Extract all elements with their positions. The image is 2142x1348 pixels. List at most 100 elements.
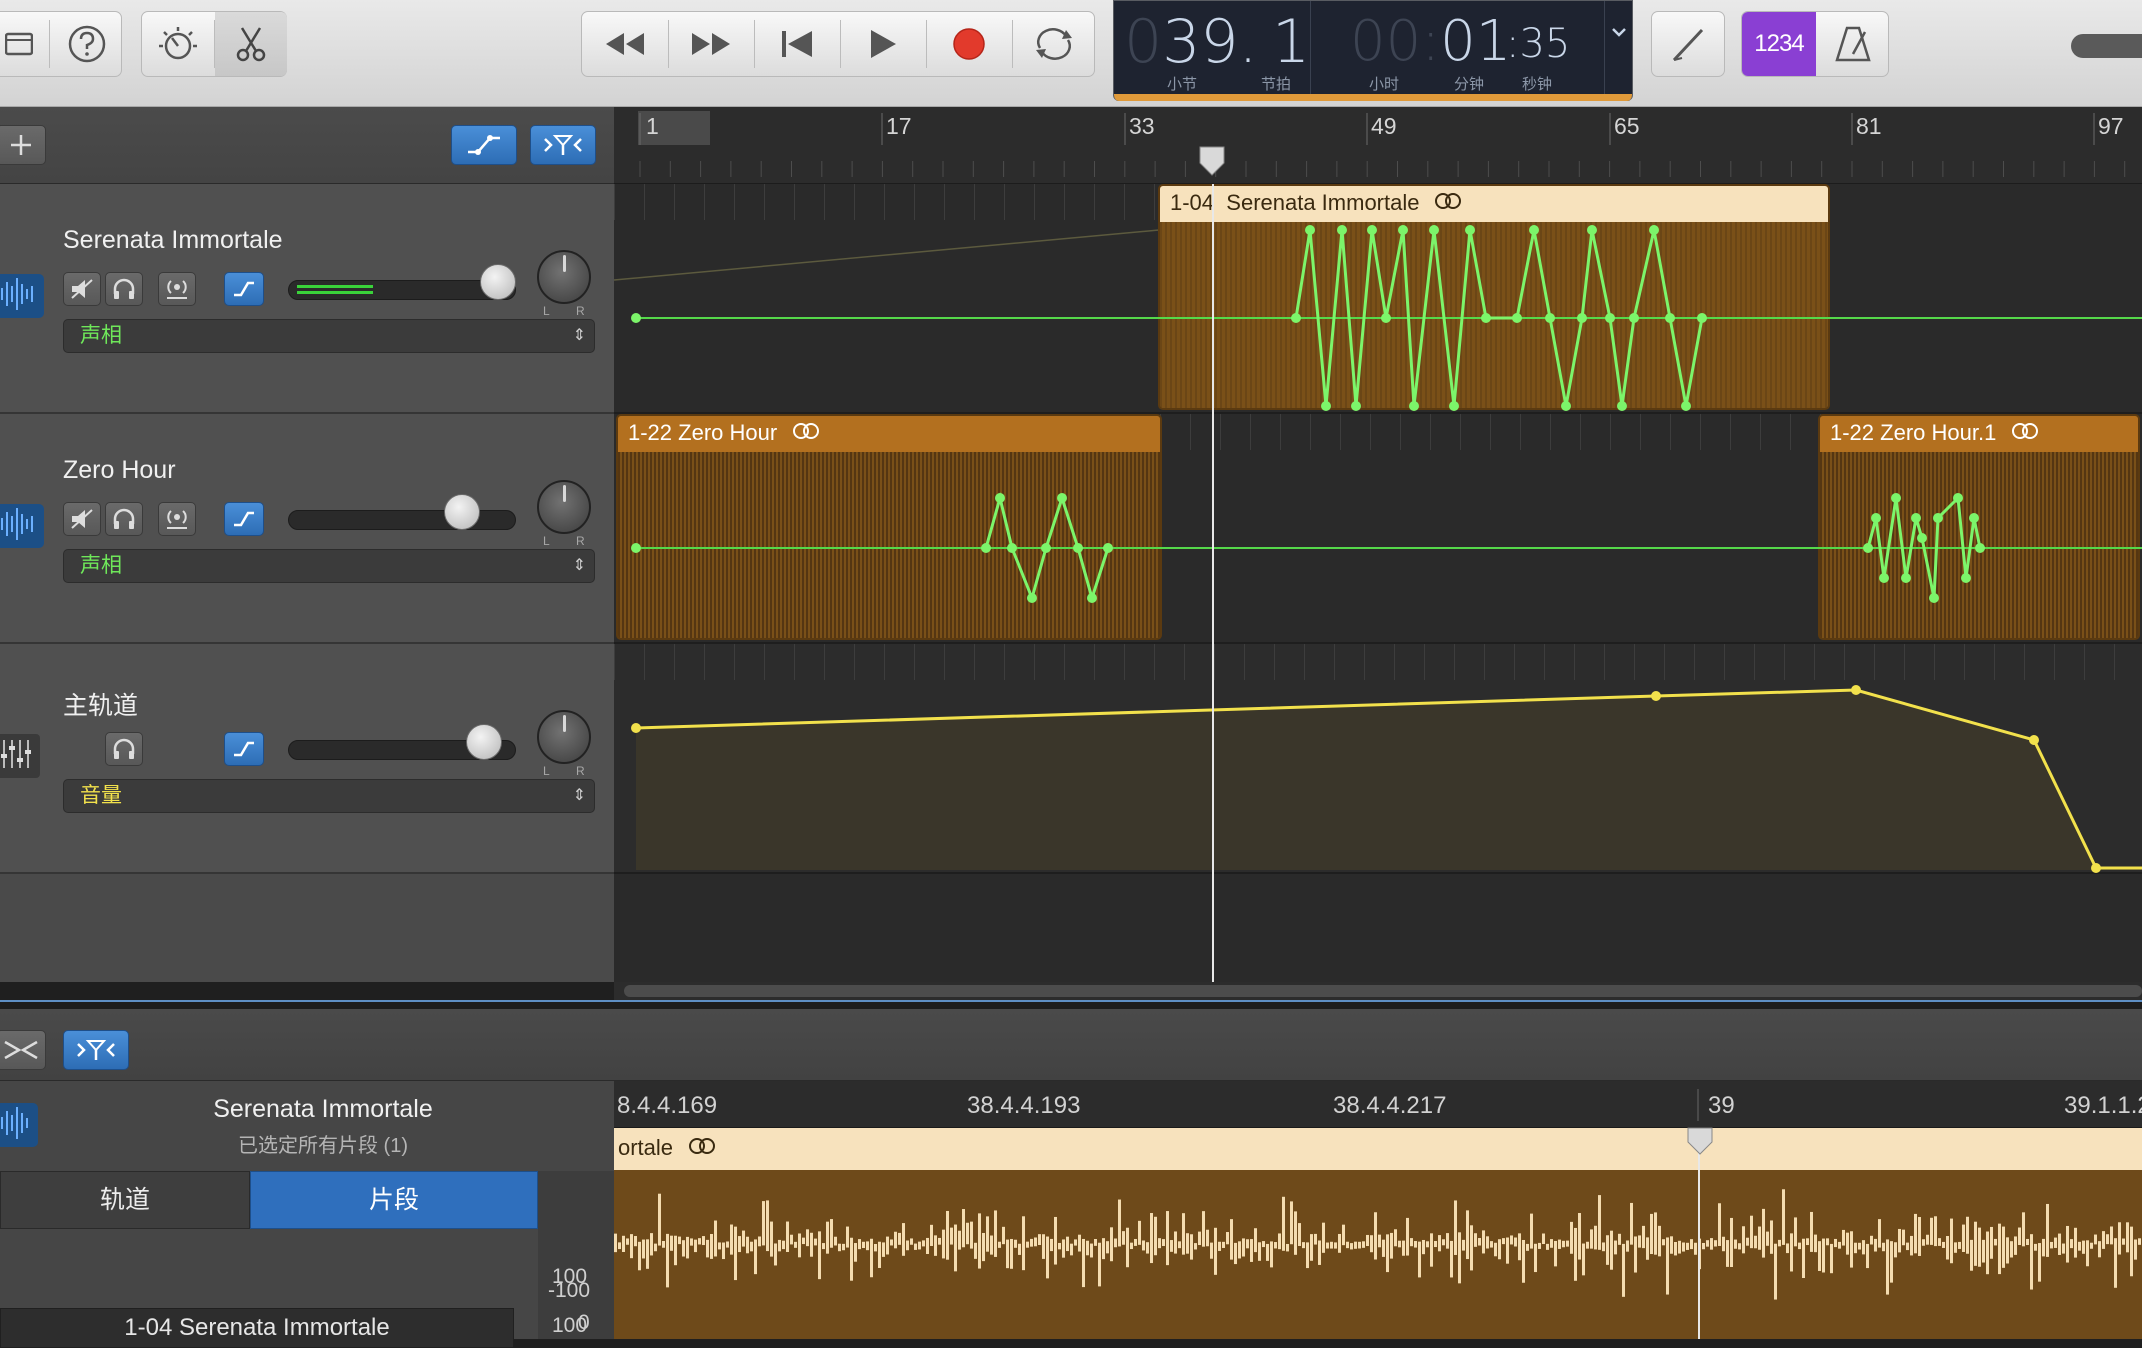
flex-mode-button[interactable] [0, 1030, 46, 1070]
playhead-handle[interactable] [1198, 145, 1226, 181]
record-icon[interactable] [926, 12, 1012, 76]
editor-inspector: Serenata Immortale 已选定所有片段 (1) 轨道 片段 100… [0, 1081, 614, 1348]
help-icon[interactable] [51, 12, 123, 76]
editor-region-title: ortale [618, 1135, 674, 1160]
editor-region-header[interactable]: ortale [614, 1128, 2142, 1170]
smart-controls-group [141, 11, 287, 77]
flex-icon [544, 135, 582, 155]
pan-knob[interactable] [537, 250, 591, 304]
automation-icon [234, 741, 254, 757]
automation-param-label: 音量 [80, 784, 122, 807]
editor-ruler-mark: 39 [1708, 1092, 1735, 1119]
playhead-line [1212, 184, 1214, 982]
track-automation-button[interactable] [224, 732, 264, 766]
track-name[interactable]: 主轨道 [63, 686, 138, 722]
volume-thumb[interactable] [466, 724, 502, 760]
automation-param-select[interactable]: 音量 ⇕ [63, 779, 595, 813]
tuner-button[interactable] [1651, 11, 1725, 77]
track-header-master[interactable]: 主轨道 LR 音量 ⇕ [0, 644, 614, 874]
lcd-seconds: :35 [1506, 21, 1571, 67]
mixer-icon [0, 734, 40, 778]
solo-button[interactable] [105, 732, 143, 766]
add-track-button[interactable] [0, 125, 46, 165]
track-automation-button[interactable] [224, 272, 264, 306]
lcd-label-minutes: 分钟 [1454, 76, 1485, 93]
lcd-label-bar: 小节 [1167, 76, 1198, 93]
track-name[interactable]: Zero Hour [63, 456, 176, 485]
lcd-minutes: 01 [1440, 9, 1512, 74]
editor-playhead [1698, 1128, 1700, 1339]
catch-playhead-button[interactable] [530, 125, 596, 165]
count-in-button[interactable]: 1234 [1742, 12, 1816, 76]
automation-curves[interactable] [614, 184, 2142, 982]
editor-toolbar [0, 1009, 2142, 1081]
tracks-area[interactable]: 1-04 Serenata Immortale 1-22 Zero Hour 1… [614, 184, 2142, 982]
editor-playhead-handle[interactable] [1686, 1126, 1714, 1158]
library-help-group [0, 11, 122, 77]
tab-region[interactable]: 片段 [250, 1171, 538, 1229]
volume-slider[interactable] [288, 510, 516, 530]
editor-divider[interactable] [0, 1000, 2142, 1009]
record-enable-button[interactable] [158, 502, 196, 536]
fast-forward-icon[interactable] [668, 12, 754, 76]
show-automation-button[interactable] [451, 125, 517, 165]
volume-thumb[interactable] [444, 494, 480, 530]
mute-icon [71, 279, 93, 299]
lcd-display[interactable]: 039. 1 小节 节拍 00:01 :35 小时 分钟 秒钟 [1113, 0, 1633, 101]
editor-ruler-mark: 39.1.1.2 [2064, 1092, 2142, 1119]
ruler-ticks [639, 113, 2126, 177]
tab-track[interactable]: 轨道 [0, 1171, 250, 1229]
editors-scissors-icon[interactable] [215, 12, 287, 76]
track-header-serenata[interactable]: Serenata Immortale LR 声相 ⇕ [0, 184, 614, 414]
lcd-label-hours: 小时 [1369, 76, 1400, 93]
count-in-metronome-group: 1234 [1741, 11, 1889, 77]
lcd-label-beat: 节拍 [1261, 76, 1292, 93]
updown-chevron-icon: ⇕ [572, 327, 586, 344]
editor-ruler-mark: 38.4.4.193 [967, 1092, 1081, 1119]
solo-button[interactable] [105, 272, 143, 306]
flex-icon [4, 1040, 38, 1060]
automation-param-select[interactable]: 声相 ⇕ [63, 549, 595, 583]
lcd-hours: 00: [1350, 9, 1441, 74]
control-bar: 039. 1 小节 节拍 00:01 :35 小时 分钟 秒钟 1234 [0, 0, 2142, 107]
solo-button[interactable] [105, 502, 143, 536]
play-icon[interactable] [840, 12, 926, 76]
lcd-dropdown-icon[interactable] [1610, 25, 1628, 44]
loop-icon [687, 1128, 717, 1168]
track-name[interactable]: Serenata Immortale [63, 226, 283, 255]
library-icon[interactable] [0, 12, 47, 76]
y-label: 100 [552, 1314, 588, 1337]
editor-ruler-mark: 38.4.4.217 [1333, 1092, 1447, 1119]
rewind-icon[interactable] [582, 12, 668, 76]
catch-playhead-editor-button[interactable] [63, 1030, 129, 1070]
plus-icon [11, 135, 31, 155]
audio-waveform-icon [0, 274, 44, 318]
mute-button[interactable] [63, 502, 101, 536]
volume-slider[interactable] [2071, 34, 2142, 58]
automation-param-select[interactable]: 声相 ⇕ [63, 319, 595, 353]
track-headers-toolbar [0, 107, 614, 184]
go-to-beginning-icon[interactable] [754, 12, 840, 76]
lcd-beat: 1 [1272, 7, 1311, 77]
pan-knob[interactable] [537, 710, 591, 764]
track-automation-button[interactable] [224, 502, 264, 536]
selection-info: 已选定所有片段 (1) [238, 1135, 408, 1157]
timeline-ruler[interactable]: 1 17 33 49 65 81 97 [614, 107, 2142, 184]
automation-param-label: 声相 [80, 324, 122, 347]
cycle-icon[interactable] [1012, 12, 1096, 76]
region-name-field[interactable]: 1-04 Serenata Immortale [0, 1308, 514, 1348]
editor-ruler-mark: 8.4.4.169 [617, 1092, 718, 1119]
pan-knob[interactable] [537, 480, 591, 534]
smart-controls-icon[interactable] [142, 12, 214, 76]
updown-chevron-icon: ⇕ [572, 557, 586, 574]
scrollbar-thumb[interactable] [624, 985, 2142, 997]
mute-button[interactable] [63, 272, 101, 306]
catch-icon [77, 1040, 115, 1060]
volume-thumb[interactable] [480, 264, 516, 300]
record-enable-button[interactable] [158, 272, 196, 306]
editor-waveform-area[interactable]: ortale [614, 1126, 2142, 1339]
track-header-zero-hour[interactable]: Zero Hour LR 声相 ⇕ [0, 414, 614, 644]
tuner-icon [1672, 28, 1704, 62]
metronome-icon[interactable] [1816, 12, 1888, 76]
input-monitor-icon [167, 280, 187, 299]
